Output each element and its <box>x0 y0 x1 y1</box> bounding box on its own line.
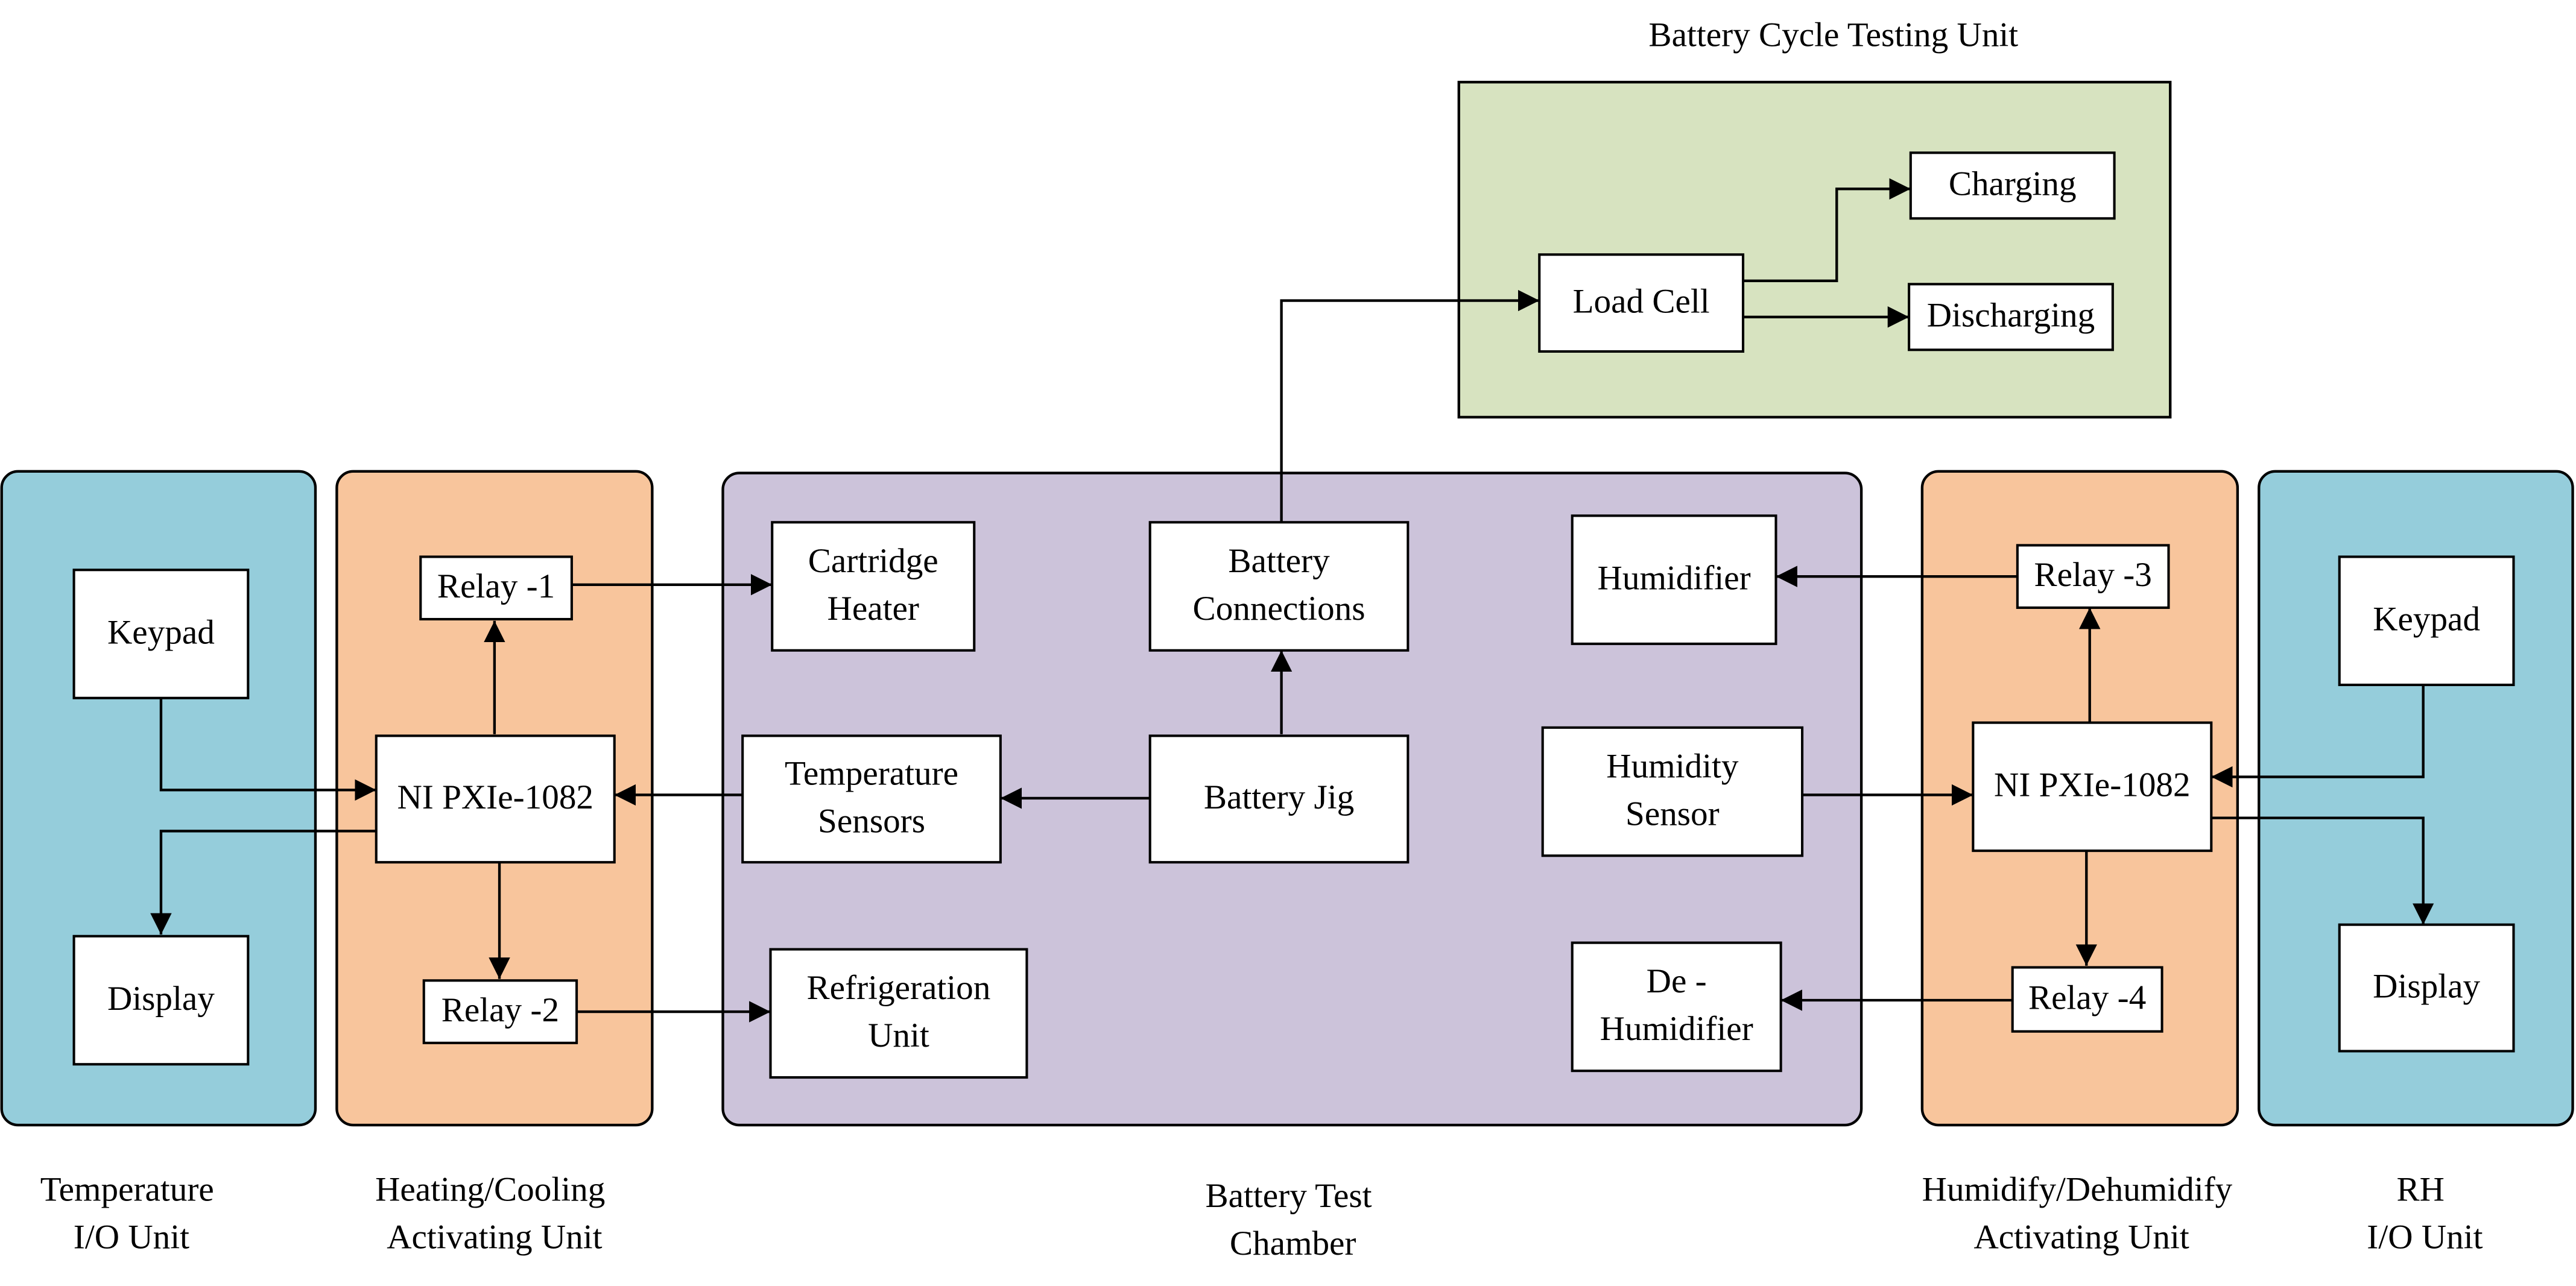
box-relay-4[interactable]: Relay -4 <box>2011 966 2163 1033</box>
box-label: Display <box>2373 967 2480 1005</box>
box-label: Load Cell <box>1573 282 1710 320</box>
box-label: Heater <box>828 590 919 628</box>
caption-humidify-dehumidify-unit: Humidify/Dehumidify Activating Unit <box>1922 1170 2241 1256</box>
box-humidity-sensor[interactable]: Humidity Sensor <box>1541 726 1804 857</box>
box-label: NI PXIe-1082 <box>1994 766 2191 804</box>
box-temperature-sensors[interactable]: Temperature Sensors <box>741 734 1002 864</box>
box-label: Battery <box>1228 542 1330 580</box>
box-label: Unit <box>868 1017 929 1054</box>
box-relay-1[interactable]: Relay -1 <box>419 555 573 621</box>
caption-temperature-io-unit: Temperature I/O Unit <box>40 1170 223 1256</box>
box-humidifier[interactable]: Humidifier <box>1571 514 1777 645</box>
panel-battery-cycle-testing-unit <box>1457 81 2172 419</box>
box-label: Discharging <box>1927 297 2095 335</box>
box-cartridge-heater[interactable]: Cartridge Heater <box>771 521 976 652</box>
box-label: Sensor <box>1625 795 1720 833</box>
box-label: Relay -3 <box>2034 556 2152 594</box>
box-label: Keypad <box>2373 600 2480 638</box>
box-keypad-right[interactable]: Keypad <box>2338 555 2515 687</box>
box-label: NI PXIe-1082 <box>397 778 593 816</box>
caption-rh-io-unit: RH I/O Unit <box>2367 1170 2483 1256</box>
cycle-unit-title: Battery Cycle Testing Unit <box>1648 16 2018 54</box>
box-label: Relay -1 <box>437 567 555 605</box>
caption-heating-cooling-unit: Heating/Cooling Activating Unit <box>375 1170 613 1256</box>
box-label: Temperature <box>785 755 958 793</box>
box-relay-2[interactable]: Relay -2 <box>422 979 578 1044</box>
box-label: Relay -2 <box>441 991 559 1029</box>
box-charging[interactable]: Charging <box>1909 151 2116 220</box>
box-battery-connections[interactable]: Battery Connections <box>1148 521 1410 652</box>
box-relay-3[interactable]: Relay -3 <box>2016 544 2170 609</box>
box-display-left[interactable]: Display <box>72 935 250 1066</box>
box-battery-jig[interactable]: Battery Jig <box>1148 734 1410 864</box>
box-ni-pxie-1082-right[interactable]: NI PXIe-1082 <box>1972 721 2213 853</box>
box-load-cell[interactable]: Load Cell <box>1538 253 1745 353</box>
box-label: Humidifier <box>1600 1010 1753 1048</box>
box-label: Charging <box>1949 165 2077 203</box>
box-label: Battery Jig <box>1204 778 1354 816</box>
box-label: Sensors <box>818 802 925 840</box>
box-label: De - <box>1647 962 1707 1000</box>
box-label: Connections <box>1193 590 1366 628</box>
captions: Temperature I/O Unit Heating/Cooling Act… <box>40 1170 2483 1262</box>
box-label: Humidity <box>1606 747 1739 785</box>
box-label: Humidifier <box>1598 559 1751 597</box>
box-label: Keypad <box>107 613 215 651</box>
box-dehumidifier[interactable]: De - Humidifier <box>1571 941 1782 1073</box>
box-label: Display <box>107 980 215 1018</box>
box-label: Cartridge <box>808 542 938 580</box>
box-ni-pxie-1082-left[interactable]: NI PXIe-1082 <box>375 734 616 864</box>
box-refrigeration-unit[interactable]: Refrigeration Unit <box>769 948 1028 1079</box>
caption-battery-test-chamber: Battery Test Chamber <box>1205 1177 1380 1262</box>
box-display-right[interactable]: Display <box>2338 923 2515 1053</box>
box-keypad-left[interactable]: Keypad <box>72 569 250 699</box>
box-label: Relay -4 <box>2028 979 2146 1017</box>
box-label: Refrigeration <box>807 969 991 1007</box>
battery-test-system-diagram: Battery Cycle Testing Unit Keypad Displa… <box>0 16 2574 1262</box>
box-discharging[interactable]: Discharging <box>1908 283 2114 351</box>
